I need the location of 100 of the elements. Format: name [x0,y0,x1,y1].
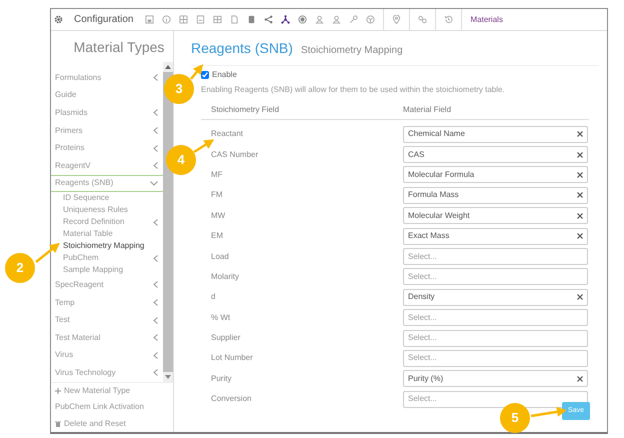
field-label: Supplier [211,332,242,344]
scrollbar[interactable] [163,62,173,382]
file-icon[interactable] [230,15,240,24]
link-icon[interactable] [418,15,428,24]
arrow-up-icon[interactable] [165,65,171,69]
sidebar-item[interactable]: Test Material [51,328,163,347]
select-field[interactable]: Select... [403,330,588,347]
chevron-left-icon [153,162,158,170]
clear-icon[interactable] [577,131,583,138]
user-icon[interactable] [315,15,324,24]
target-icon[interactable] [298,15,308,24]
chevron-left-icon [153,109,158,116]
sidebar-item[interactable]: Primers [51,122,163,140]
chevron-left-icon [153,369,158,376]
toolbar-title: Configuration [74,13,134,27]
submenu-item[interactable]: Sample Mapping [51,264,163,276]
field-label: Reactant [211,128,244,140]
chevron-left-icon [153,74,158,82]
info-icon[interactable] [162,15,172,24]
map-pin-icon[interactable] [392,15,402,24]
field-label: Load [211,250,230,263]
field-label: Molarity [211,270,240,283]
clear-icon[interactable] [577,233,583,240]
sidebar-item[interactable]: Temp [51,294,163,312]
chevron-left-icon [153,127,158,134]
field-label: MW [211,210,226,222]
trash-icon [55,420,61,427]
select-field[interactable]: Formula Mass [403,186,588,204]
clear-icon[interactable] [577,172,583,178]
submenu-item[interactable]: Stoichiometry Mapping [51,240,163,252]
submenu-item[interactable]: Uniqueness Rules [51,204,163,216]
select-field[interactable]: Chemical Name [403,126,588,143]
sidebar-item[interactable]: Plasmids [51,104,163,122]
submenu-item[interactable]: ID Sequence [51,192,163,204]
breadcrumb-link[interactable]: Materials [470,14,503,26]
submenu-item[interactable]: PubChem [51,252,163,264]
submenu-item[interactable]: Material Table [51,228,163,240]
grid-icon[interactable] [179,15,188,24]
sidebar-item[interactable]: Proteins [51,139,163,157]
sidebar-item[interactable]: ReagentV [51,156,163,175]
select-field[interactable]: Purity (%) [403,370,588,388]
history-icon[interactable] [444,15,454,24]
select-field[interactable]: Select... [403,268,588,286]
clear-icon[interactable] [577,376,583,382]
clear-icon[interactable] [577,212,583,219]
key-icon[interactable] [349,15,358,24]
sidebar-item[interactable]: Virus Technology [51,364,163,382]
sidebar-action[interactable]: New Material Type [51,382,173,400]
field-label: FM [211,189,224,202]
user-icon[interactable] [332,15,342,24]
select-field[interactable]: Molecular Weight [403,207,588,224]
sidebar-title: Material Types [72,38,166,57]
field-label: Purity [211,372,232,385]
select-field[interactable]: Molecular Formula [403,166,588,184]
sidebar-action[interactable]: PubChem Link Activation [51,399,173,416]
select-field[interactable]: Select... [403,248,588,266]
chevron-left-icon [153,254,158,262]
field-label: % Wt [211,312,232,324]
chevron-down-icon [150,180,158,186]
callout-badge: 2 [5,253,35,283]
column-header: Material Field [403,104,452,116]
table-icon[interactable] [213,15,222,24]
callout-badge: 5 [500,403,530,433]
sidebar-item[interactable]: Guide [51,86,163,104]
share-icon[interactable] [264,15,274,24]
save-icon[interactable] [145,15,154,24]
sidebar-item[interactable]: Virus [51,346,163,364]
description-text: Enabling Reagents (SNB) will allow for them to be used within the stoichiometry table. [201,84,506,96]
sidebar-item[interactable]: SpecReagent [51,276,163,294]
enable-label: Enable [212,69,237,81]
enable-checkbox[interactable] [201,71,209,79]
column-header: Stoichiometry Field [211,104,280,116]
page-subtitle: Stoichiometry Mapping [300,44,403,58]
select-field[interactable]: Select... [403,309,588,326]
select-field[interactable]: Select... [403,350,588,367]
clear-icon[interactable] [577,152,583,158]
sidebar-item[interactable]: Formulations [51,69,163,87]
settings-icon [54,15,63,24]
database-icon[interactable] [247,15,256,24]
document-icon[interactable] [196,15,206,24]
network-icon[interactable] [281,15,290,24]
chevron-left-icon [153,144,158,152]
select-field[interactable]: Exact Mass [403,228,588,245]
field-label: Conversion [211,393,252,406]
chevron-left-icon [153,316,158,324]
sidebar-item[interactable]: Test [51,311,163,329]
sidebar-action[interactable]: Delete and Reset [51,416,173,432]
arrow-down-icon[interactable] [165,374,171,379]
chevron-left-icon [153,334,158,342]
field-label: Lot Number [211,352,254,364]
plus-icon [55,388,61,394]
clear-icon[interactable] [577,294,583,300]
field-label: EM [211,230,224,242]
select-field[interactable]: Density [403,288,588,306]
select-field[interactable]: CAS [403,146,588,164]
submenu-item[interactable]: Record Definition [51,216,163,228]
clear-icon[interactable] [577,192,583,198]
field-label: MF [211,168,224,181]
sidebar-item[interactable]: Reagents (SNB) [51,174,163,192]
chevron-left-icon [153,352,158,359]
